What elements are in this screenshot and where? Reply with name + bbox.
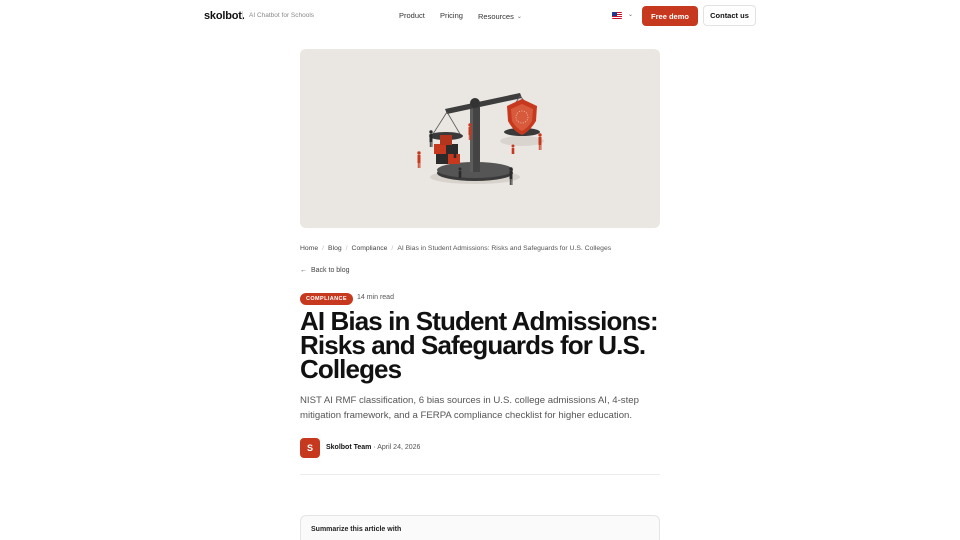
us-flag-icon [612, 12, 622, 19]
breadcrumb-home[interactable]: Home [300, 245, 318, 252]
logo[interactable]: skolbot. [204, 10, 245, 22]
category-badge[interactable]: COMPLIANCE [300, 293, 353, 305]
breadcrumb-current: AI Bias in Student Admissions: Risks and… [397, 245, 612, 252]
breadcrumb-compliance[interactable]: Compliance [352, 245, 388, 252]
summarize-label: Summarize this article with [311, 526, 402, 533]
tagline: AI Chatbot for Schools [249, 12, 315, 19]
publish-date: · April 24, 2026 [373, 444, 421, 451]
summarize-panel: Summarize this article with [300, 515, 660, 540]
breadcrumb-separator: / [391, 245, 394, 252]
chevron-down-icon: ⌄ [628, 12, 634, 18]
language-selector[interactable]: ⌄ [612, 11, 634, 21]
back-to-blog-label: Back to blog [311, 267, 350, 274]
nav-product[interactable]: Product [399, 11, 425, 20]
breadcrumb-separator: / [345, 245, 348, 252]
avatar: S [300, 438, 320, 458]
author-name[interactable]: Skolbot Team [326, 444, 371, 451]
author-meta: Skolbot Team · April 24, 2026 [326, 444, 420, 451]
nav-pricing[interactable]: Pricing [440, 11, 463, 20]
article-subtitle: NIST AI RMF classification, 6 bias sourc… [300, 395, 639, 421]
breadcrumb: Home / Blog / Compliance / AI Bias in Student … [300, 245, 611, 252]
free-demo-button[interactable]: Free demo [642, 6, 698, 26]
breadcrumb-separator: / [322, 245, 325, 252]
hero-image [300, 49, 660, 228]
nav-resources-label: Resources [478, 12, 514, 21]
divider [300, 474, 660, 475]
back-to-blog-link[interactable]: ← Back to blog [300, 267, 350, 274]
chevron-down-icon: ⌄ [516, 14, 522, 20]
top-nav: skolbot. AI Chatbot for Schools Product … [0, 0, 960, 32]
read-time: 14 min read [357, 294, 394, 301]
nav-resources[interactable]: Resources ⌄ [478, 12, 522, 21]
breadcrumb-blog[interactable]: Blog [328, 245, 342, 252]
page-title: AI Bias in Student Admissions: Risks and… [300, 306, 659, 384]
scale-illustration [417, 93, 544, 185]
arrow-left-icon: ← [300, 267, 307, 274]
contact-us-button[interactable]: Contact us [703, 5, 756, 26]
logo-divider [242, 11, 243, 20]
